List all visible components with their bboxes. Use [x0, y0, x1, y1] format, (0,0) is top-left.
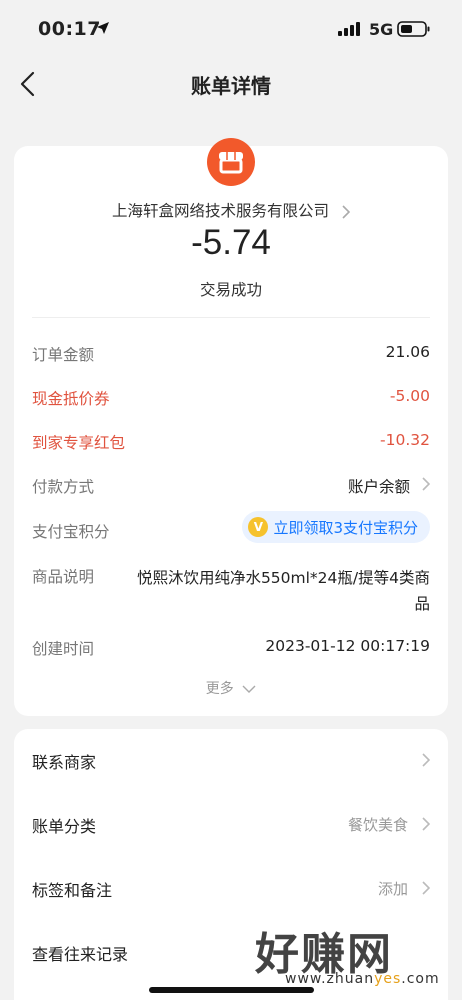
- red-packet-label: 到家专享红包: [32, 434, 126, 452]
- description-value: 悦熙沐饮用纯净水550ml*24瓶/提等4类商品: [136, 569, 430, 613]
- claim-points-label: 立即领取3支付宝积分: [273, 518, 418, 537]
- home-indicator[interactable]: [149, 987, 314, 993]
- more-button[interactable]: 更多: [14, 678, 448, 698]
- chevron-right-icon: [342, 204, 350, 219]
- created-time-value: 2023-01-12 00:17:19: [265, 637, 430, 655]
- more-label: 更多: [205, 681, 234, 697]
- merchant-name-link[interactable]: 上海轩盒网络技术服务有限公司: [14, 199, 448, 221]
- cash-coupon-value: -5.00: [389, 387, 430, 405]
- description-row: 商品说明 悦熙沐饮用纯净水550ml*24瓶/提等4类商品: [32, 565, 430, 621]
- alipay-points-label: 支付宝积分: [32, 523, 110, 541]
- nav-bar: 账单详情: [0, 62, 462, 106]
- status-bar: 00:17 5G: [0, 0, 462, 62]
- tags-notes-row[interactable]: 标签和备注 添加: [32, 857, 430, 921]
- chevron-right-icon: [422, 817, 430, 831]
- order-amount-label: 订单金额: [32, 346, 95, 364]
- transaction-status: 交易成功: [199, 281, 262, 299]
- chevron-right-icon: [422, 881, 430, 895]
- location-arrow-icon: [97, 22, 109, 34]
- merchant-logo: [207, 138, 255, 186]
- payment-method-label: 付款方式: [32, 478, 95, 496]
- tags-notes-label: 标签和备注: [32, 881, 113, 900]
- contact-merchant-label: 联系商家: [32, 753, 97, 772]
- cash-coupon-label: 现金抵价券: [32, 390, 110, 408]
- merchant-name: 上海轩盒网络技术服务有限公司: [111, 202, 329, 220]
- bill-detail-card: 上海轩盒网络技术服务有限公司 -5.74 交易成功 订单金额 21.06 现金抵…: [14, 138, 448, 716]
- watermark-url-prefix: www.zhuan: [285, 971, 375, 987]
- red-packet-value: -10.32: [380, 431, 430, 449]
- network-type-label: 5G: [369, 20, 394, 39]
- bill-category-row[interactable]: 账单分类 餐饮美食: [32, 793, 430, 857]
- order-amount-value: 21.06: [385, 343, 430, 361]
- bill-category-value: 餐饮美食: [347, 816, 408, 834]
- claim-points-button[interactable]: V 立即领取3支付宝积分: [242, 511, 430, 543]
- created-time-label: 创建时间: [32, 640, 95, 658]
- watermark-url-highlight: yes: [374, 971, 402, 987]
- description-label: 商品说明: [32, 568, 95, 586]
- transaction-history-label: 查看往来记录: [32, 945, 129, 964]
- watermark-url: www.zhuanyes.com: [285, 971, 440, 987]
- watermark-url-suffix: .com: [401, 971, 440, 987]
- payment-method-value: 账户余额: [347, 478, 410, 496]
- points-badge-icon: V: [248, 517, 269, 537]
- page-title: 账单详情: [191, 74, 271, 98]
- cellular-signal-icon: [338, 22, 360, 36]
- divider: [32, 317, 430, 318]
- chevron-right-icon: [422, 477, 430, 491]
- tags-notes-value: 添加: [377, 880, 408, 898]
- transaction-amount: -5.74: [191, 223, 271, 262]
- chevron-right-icon: [422, 753, 430, 767]
- bill-category-label: 账单分类: [32, 817, 97, 836]
- store-icon: [219, 152, 243, 174]
- battery-icon: [397, 21, 430, 37]
- watermark: 好赚网 www.zhuanyes.com: [255, 918, 439, 987]
- status-time: 00:17: [38, 18, 101, 40]
- contact-merchant-row[interactable]: 联系商家: [32, 729, 430, 793]
- chevron-down-icon: [242, 685, 256, 693]
